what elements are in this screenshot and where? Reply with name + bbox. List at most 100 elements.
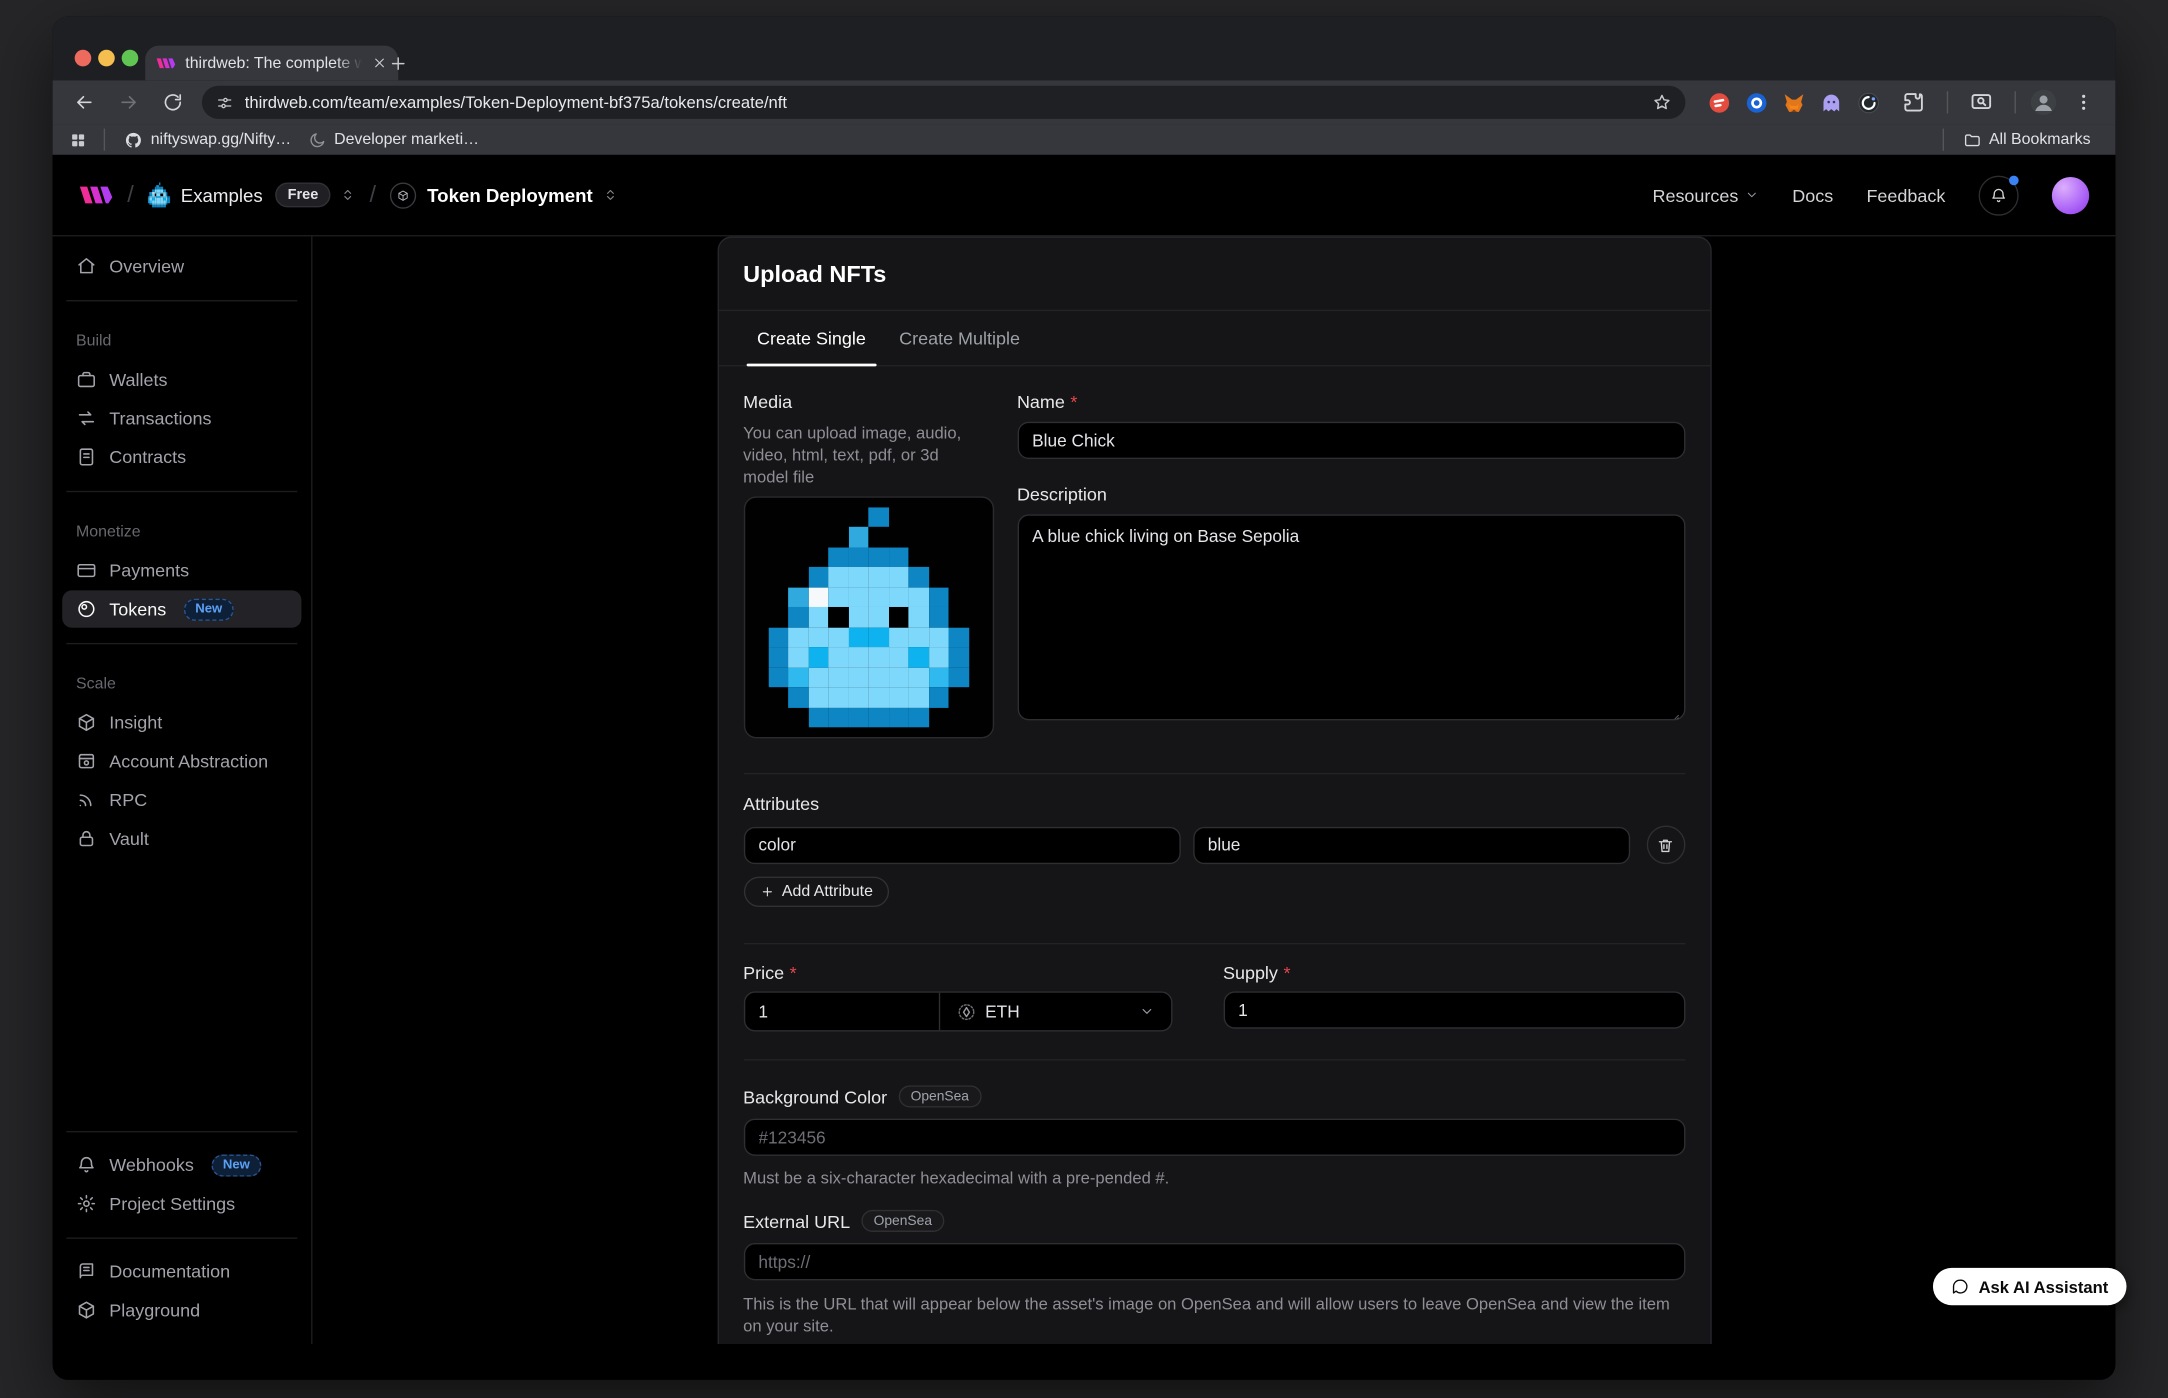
nft-pixel-art-image xyxy=(768,507,968,728)
wallet-icon xyxy=(76,369,97,390)
sidebar-item-wallets[interactable]: Wallets xyxy=(62,361,301,398)
team-switcher-icon[interactable] xyxy=(340,185,355,204)
new-badge: New xyxy=(184,598,233,620)
new-tab-button[interactable] xyxy=(389,54,408,73)
github-icon xyxy=(124,131,142,149)
resize-grip-icon[interactable] xyxy=(1667,708,1681,722)
chat-bubble-icon xyxy=(1951,1278,1969,1296)
browser-profile-avatar[interactable] xyxy=(2030,88,2058,116)
window-close-button[interactable] xyxy=(75,50,92,67)
browser-menu-icon[interactable] xyxy=(2073,91,2095,113)
team-name[interactable]: Examples xyxy=(181,185,263,206)
team-avatar xyxy=(148,184,170,206)
add-attribute-button[interactable]: Add Attribute xyxy=(743,877,889,907)
all-bookmarks-button[interactable]: All Bookmarks xyxy=(1954,128,2098,152)
required-asterisk: * xyxy=(790,962,797,983)
book-icon xyxy=(76,1261,97,1282)
site-info-icon[interactable] xyxy=(216,93,234,111)
lock-icon xyxy=(76,828,97,849)
tab-create-single[interactable]: Create Single xyxy=(743,311,880,365)
ext-fox-extension-icon[interactable] xyxy=(1782,91,1806,115)
sidebar-item-tokens[interactable]: TokensNew xyxy=(62,590,301,627)
background-color-section: Background Color OpenSea Must be a six-c… xyxy=(743,1060,1685,1189)
browser-window: thirdweb: The complete web3 thirdweb.com… xyxy=(53,17,2116,1380)
project-name[interactable]: Token Deployment xyxy=(427,185,593,206)
docs-link[interactable]: Docs xyxy=(1792,185,1833,206)
ext-red-extension-icon[interactable] xyxy=(1708,91,1732,115)
sidebar-item-overview[interactable]: Overview xyxy=(62,247,301,284)
project-switcher-icon[interactable] xyxy=(602,185,617,204)
swap-icon xyxy=(76,408,97,429)
thirdweb-logo[interactable] xyxy=(79,185,114,206)
ext-ghost-extension-icon[interactable] xyxy=(1820,91,1844,115)
sidebar-item-account-abstraction[interactable]: Account Abstraction xyxy=(62,742,301,779)
ext-dark-extension-icon[interactable] xyxy=(1857,91,1881,115)
back-button[interactable] xyxy=(73,91,95,113)
sidebar-item-label: Playground xyxy=(109,1300,200,1321)
add-attribute-label: Add Attribute xyxy=(782,884,873,901)
sidebar-item-rpc[interactable]: RPC xyxy=(62,781,301,818)
external-url-helper: This is the URL that will appear below t… xyxy=(743,1293,1685,1337)
extension-icons xyxy=(1708,91,1881,115)
window-zoom-button[interactable] xyxy=(122,50,139,67)
resources-menu[interactable]: Resources xyxy=(1652,185,1759,206)
apps-grid-icon[interactable] xyxy=(69,131,87,149)
card-icon xyxy=(76,560,97,581)
window-minimize-button[interactable] xyxy=(98,50,115,67)
browser-tab[interactable]: thirdweb: The complete web3 xyxy=(145,46,398,81)
project-icon xyxy=(390,182,416,208)
plus-icon xyxy=(760,885,774,899)
address-bar[interactable]: thirdweb.com/team/examples/Token-Deploym… xyxy=(202,86,1686,119)
name-input[interactable] xyxy=(1017,422,1685,459)
refresh-button[interactable] xyxy=(162,91,184,113)
bookmark-item[interactable]: Developer marketi… xyxy=(300,128,488,152)
tab-close-icon[interactable] xyxy=(372,55,387,70)
sidebar-item-vault[interactable]: Vault xyxy=(62,820,301,857)
ethereum-icon xyxy=(956,1002,975,1021)
card-header: Upload NFTs xyxy=(718,238,1709,311)
sidebar-divider xyxy=(66,300,297,301)
forward-button[interactable] xyxy=(118,91,140,113)
sidebar-item-documentation[interactable]: Documentation xyxy=(62,1253,301,1290)
bookmarks-separator xyxy=(1942,129,1943,151)
currency-select[interactable]: ETH xyxy=(940,993,1171,1030)
delete-attribute-button[interactable] xyxy=(1646,825,1685,864)
price-amount-input[interactable] xyxy=(745,993,940,1030)
bookmark-item[interactable]: niftyswap.gg/Nifty… xyxy=(116,128,299,152)
bookmark-star-icon[interactable] xyxy=(1652,93,1671,112)
sidebar-item-webhooks[interactable]: WebhooksNew xyxy=(62,1146,301,1183)
chevron-down-icon xyxy=(1139,1004,1154,1019)
background-color-label: Background Color xyxy=(743,1086,887,1107)
nft-media-preview[interactable] xyxy=(743,496,993,738)
price-input-group: ETH xyxy=(743,991,1172,1031)
sidebar-section-build: Build xyxy=(62,333,301,350)
notifications-button[interactable] xyxy=(1979,175,2019,215)
sidebar-item-contracts[interactable]: Contracts xyxy=(62,438,301,475)
external-url-input[interactable] xyxy=(743,1243,1685,1280)
attribute-name-input[interactable] xyxy=(743,826,1180,863)
attribute-row xyxy=(743,825,1685,864)
sidebar-item-playground[interactable]: Playground xyxy=(62,1291,301,1328)
sidebar-item-project-settings[interactable]: Project Settings xyxy=(62,1185,301,1222)
attribute-value-input[interactable] xyxy=(1193,826,1630,863)
background-color-input[interactable] xyxy=(743,1119,1685,1156)
feedback-link[interactable]: Feedback xyxy=(1866,185,1945,206)
moon-icon xyxy=(308,131,326,149)
ask-ai-assistant-button[interactable]: Ask AI Assistant xyxy=(1933,1268,2126,1305)
ext-blue-extension-icon[interactable] xyxy=(1745,91,1769,115)
description-wrap xyxy=(1017,514,1685,727)
extensions-puzzle-icon[interactable] xyxy=(1901,90,1926,115)
sidebar-item-label: Vault xyxy=(109,828,149,849)
description-input[interactable] xyxy=(1017,514,1685,720)
supply-input[interactable] xyxy=(1223,991,1685,1028)
sidebar-item-transactions[interactable]: Transactions xyxy=(62,400,301,437)
tab-title: thirdweb: The complete web3 xyxy=(185,55,362,72)
user-avatar[interactable] xyxy=(2052,176,2089,213)
sidebar-item-payments[interactable]: Payments xyxy=(62,552,301,589)
toolbar-separator xyxy=(2015,91,2016,113)
bookmark-label: Developer marketi… xyxy=(334,131,479,148)
tab-search-icon[interactable] xyxy=(1969,90,1994,115)
tab-create-multiple[interactable]: Create Multiple xyxy=(885,311,1034,365)
coin-icon xyxy=(76,599,97,620)
sidebar-item-insight[interactable]: Insight xyxy=(62,704,301,741)
